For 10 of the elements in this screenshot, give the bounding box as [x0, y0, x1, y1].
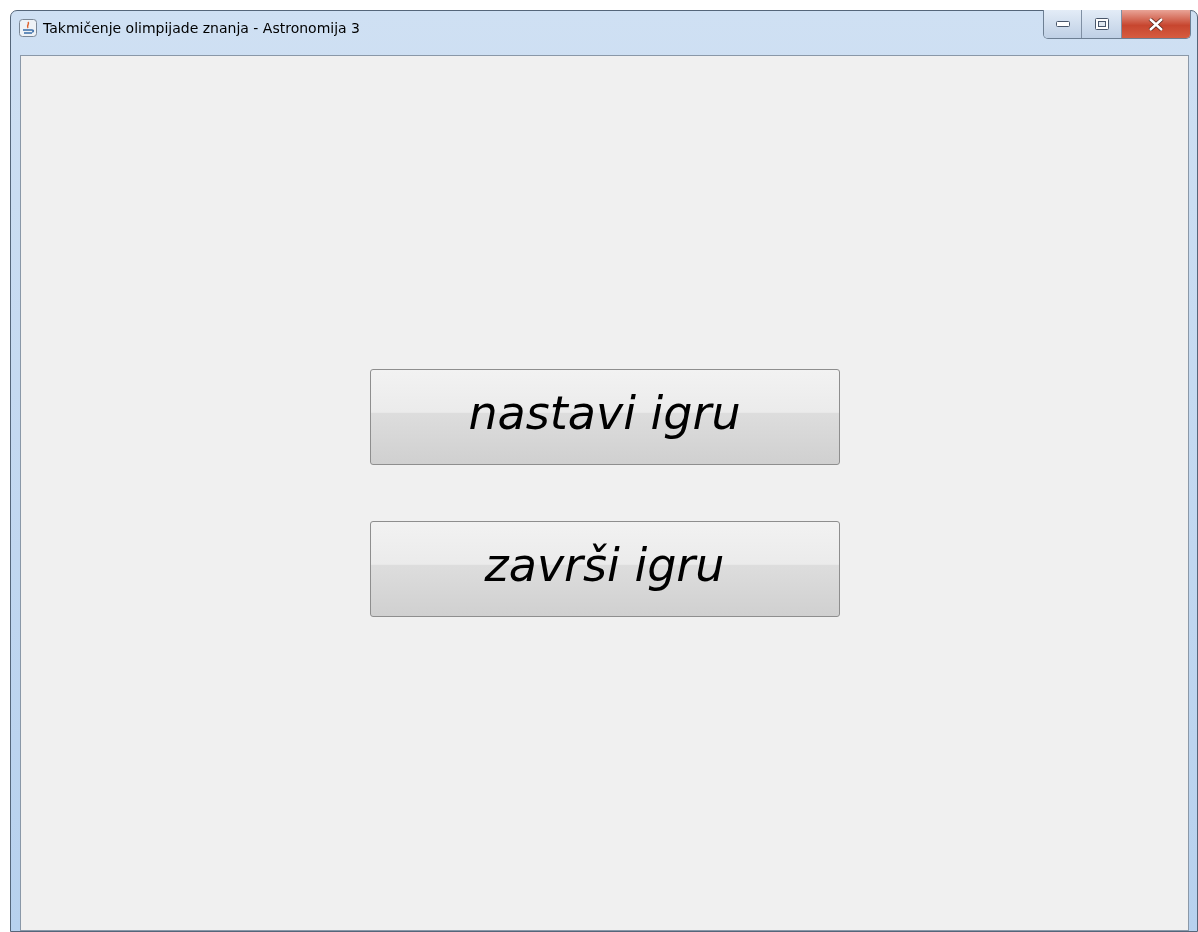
menu-button[interactable]: završi igru — [369, 521, 840, 617]
app-icon — [19, 19, 37, 37]
minimize-icon — [1055, 21, 1070, 27]
maximize-button[interactable] — [1082, 10, 1122, 38]
close-icon — [1148, 17, 1164, 31]
window-title: Takmičenje olimpijade znanja - Astronomija 3 — [43, 19, 361, 37]
maximize-icon — [1094, 18, 1109, 30]
menu-button[interactable]: nastavi igru — [369, 369, 840, 465]
minimize-button[interactable] — [1044, 10, 1082, 38]
close-button[interactable] — [1122, 10, 1190, 38]
